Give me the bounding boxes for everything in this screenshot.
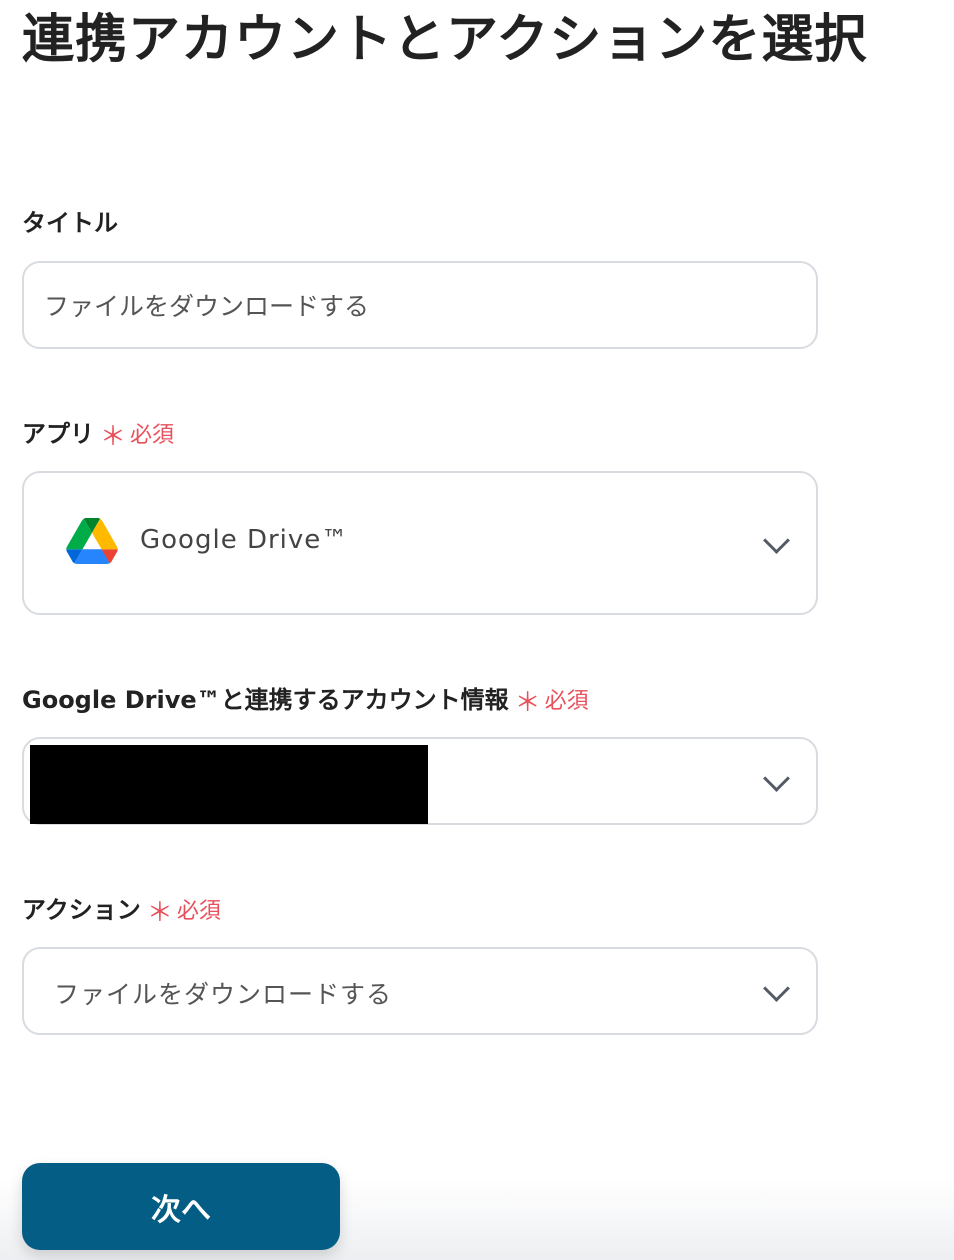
page: 連携アカウントとアクションを選択 タイトル アプリ＊必須 Google Driv… (0, 0, 954, 1260)
required-asterisk: ＊ (514, 688, 541, 718)
required-text: 必須 (544, 689, 589, 714)
account-field-label: Google Drive™と連携するアカウント情報＊必須 (22, 684, 589, 718)
page-title: 連携アカウントとアクションを選択 (22, 10, 868, 70)
title-field-label: タイトル (22, 207, 118, 239)
action-select-value: ファイルをダウンロードする (54, 980, 393, 1009)
required-text: 必須 (176, 899, 221, 924)
chevron-down-icon (763, 765, 790, 792)
app-select-value: Google Drive™ (140, 525, 349, 555)
action-select[interactable]: ファイルをダウンロードする (22, 947, 818, 1035)
google-drive-icon (66, 518, 118, 564)
required-asterisk: ＊ (146, 898, 173, 928)
required-indicator: ＊必須 (515, 688, 589, 718)
next-button[interactable]: 次へ (22, 1163, 340, 1250)
action-label-text: アクション (22, 896, 141, 924)
chevron-down-icon (763, 975, 790, 1002)
required-asterisk: ＊ (100, 422, 127, 452)
account-label-text: Google Drive™と連携するアカウント情報 (22, 686, 509, 714)
required-text: 必須 (130, 423, 175, 448)
action-field-label: アクション＊必須 (22, 894, 221, 928)
title-label-text: タイトル (22, 209, 118, 237)
app-select[interactable]: Google Drive™ (22, 471, 818, 615)
required-indicator: ＊必須 (100, 422, 175, 452)
required-indicator: ＊必須 (147, 898, 221, 928)
title-input[interactable] (44, 263, 796, 347)
title-field[interactable] (22, 261, 818, 349)
chevron-down-icon (763, 527, 790, 554)
app-label-text: アプリ (22, 420, 94, 448)
app-field-label: アプリ＊必須 (22, 418, 174, 452)
redacted-account-block (30, 745, 428, 824)
